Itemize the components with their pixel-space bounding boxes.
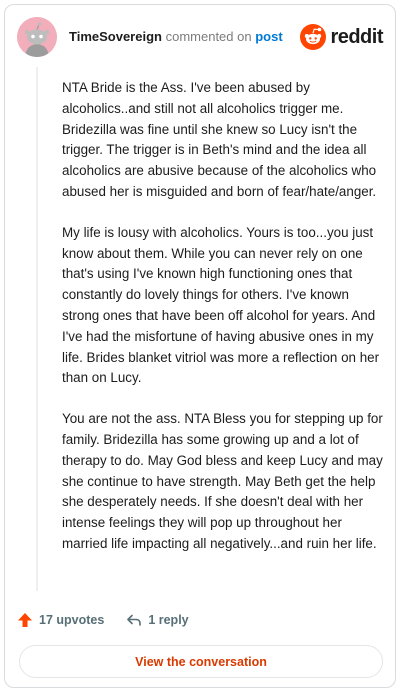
reddit-brand[interactable]: reddit	[300, 23, 383, 51]
comment-header: TimeSovereign commented on post reddit	[17, 17, 383, 57]
reply-count: 1 reply	[148, 613, 189, 627]
thread-line	[36, 67, 38, 591]
reddit-wordmark: reddit	[330, 25, 383, 48]
upvote-arrow-icon	[18, 613, 32, 627]
commented-on-text: commented on	[165, 29, 252, 44]
comment-body: NTA Bride is the Ass. I've been abused b…	[62, 78, 384, 575]
comment-paragraph: NTA Bride is the Ass. I've been abused b…	[62, 80, 377, 199]
comment-byline: TimeSovereign commented on post	[69, 29, 283, 45]
upvote-count: 17 upvotes	[39, 613, 105, 627]
comment-paragraph: My life is lousy with alcoholics. Yours …	[62, 224, 380, 386]
reply-arrow-icon	[127, 614, 142, 626]
snoo-avatar-icon	[17, 17, 57, 57]
comment-embed-card: TimeSovereign commented on post reddit N…	[4, 4, 396, 688]
avatar[interactable]	[17, 17, 57, 57]
view-conversation-button[interactable]: View the conversation	[19, 645, 383, 678]
comment-paragraph: You are not the ass. NTA Bless you for s…	[62, 411, 383, 551]
post-link[interactable]: post	[255, 29, 282, 44]
reddit-logo-icon	[300, 24, 327, 50]
comment-footer: 17 upvotes 1 reply	[17, 609, 383, 631]
upvotes[interactable]: 17 upvotes	[17, 612, 104, 628]
replies[interactable]: 1 reply	[126, 612, 189, 628]
username-link[interactable]: TimeSovereign	[69, 29, 162, 44]
